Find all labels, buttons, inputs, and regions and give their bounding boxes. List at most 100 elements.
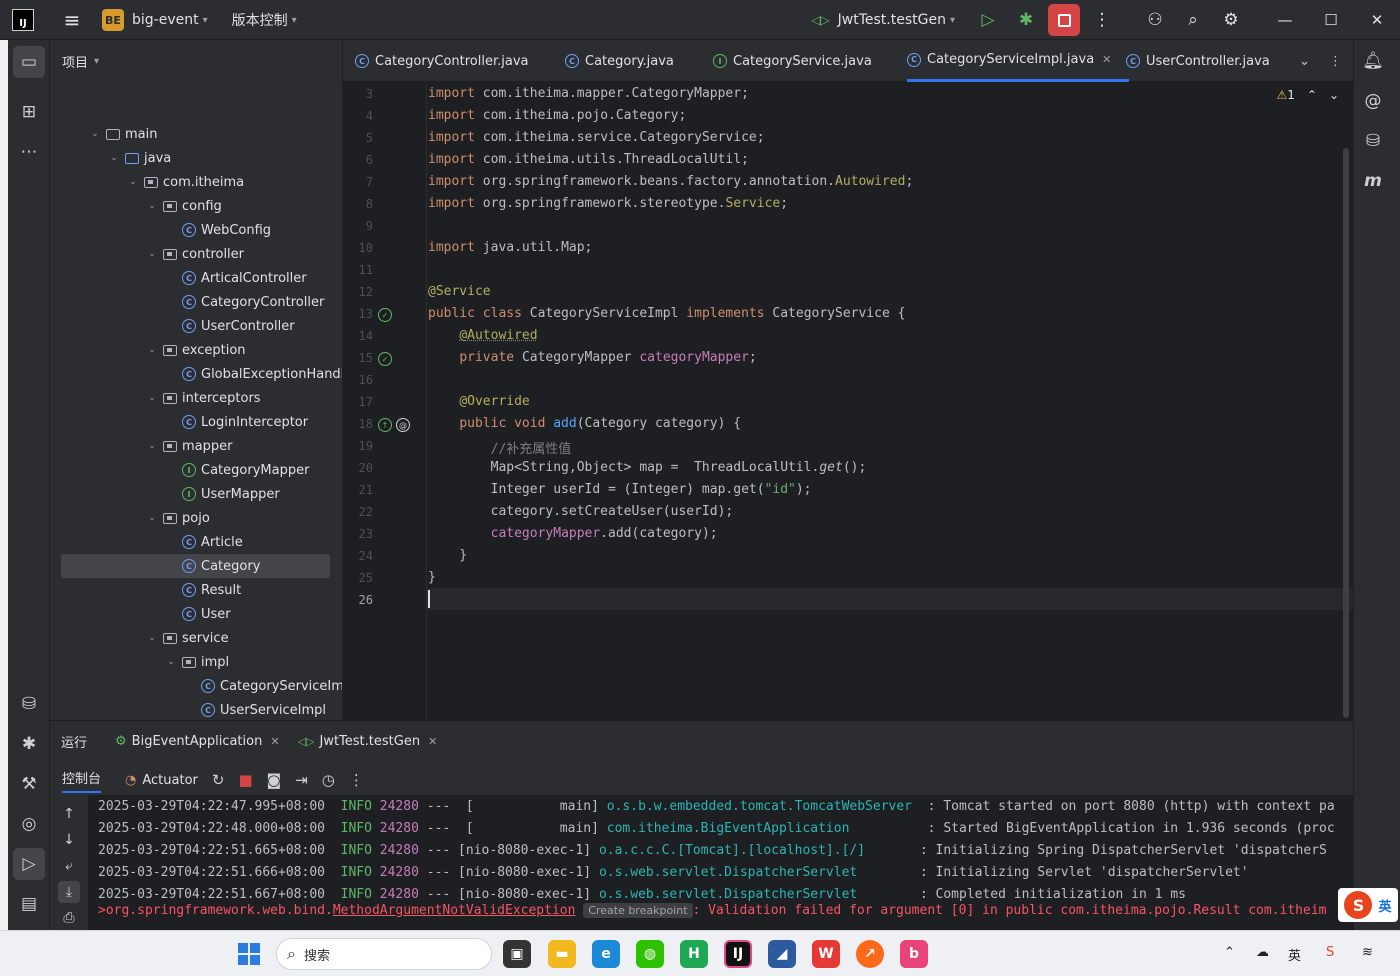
close-icon[interactable]: ✕ [428, 735, 437, 748]
tree-item[interactable]: C Article [50, 530, 243, 554]
tree-item[interactable]: C UserController [50, 314, 295, 338]
ai-assistant-icon[interactable]: @ [1358, 86, 1388, 116]
log-logger[interactable]: com.itheima.BigEventApplication [607, 821, 928, 836]
arrow-up-icon[interactable]: ↑ [58, 803, 80, 825]
run-config-selector[interactable]: ◁▷ JwtTest.testGen ▾ [811, 12, 955, 28]
tabs-dropdown-icon[interactable]: ⌄ [1299, 40, 1310, 82]
close-window-button[interactable]: ✕ [1354, 0, 1400, 40]
project-selector[interactable]: BE big-event ▾ [96, 9, 208, 31]
editor-tab[interactable]: C UserController.java [1126, 40, 1270, 82]
debug-tool-icon[interactable]: ✱ [13, 728, 45, 760]
terminal-icon[interactable]: ▤ [13, 888, 45, 920]
wechat-icon[interactable]: ◍ [636, 940, 664, 968]
vcs-menu[interactable]: 版本控制 ▾ [232, 10, 297, 30]
run-icon[interactable]: ▷ [972, 4, 1004, 36]
more-tools-icon[interactable]: ⋯ [13, 136, 45, 168]
chevron-down-icon[interactable]: ⌄ [88, 129, 102, 139]
network-icon[interactable]: ☁ [1256, 945, 1269, 960]
build-hammer-icon[interactable]: ⚒ [13, 768, 45, 800]
sogou-ime-widget[interactable]: S 英 [1338, 888, 1398, 922]
stop-button[interactable] [1048, 4, 1080, 36]
intellij-taskbar-icon[interactable]: IJ [724, 940, 752, 968]
file-explorer-icon[interactable]: ▬ [548, 940, 576, 968]
tree-item[interactable]: C User [50, 602, 231, 626]
settings-gear-icon[interactable]: ⚙ [1215, 4, 1247, 36]
database-icon[interactable]: ⛁ [13, 688, 45, 720]
database-icon[interactable]: ⛁ [1358, 126, 1388, 156]
edge-browser-icon[interactable]: e [592, 940, 620, 968]
chevron-down-icon[interactable]: ⌄ [145, 393, 159, 403]
editor-tab[interactable]: C Category.java [565, 40, 674, 82]
project-folder-icon[interactable]: ▭ [13, 46, 45, 78]
tree-item[interactable]: I CategoryMapper [50, 458, 309, 482]
notifications-bell-icon[interactable]: 🔔︎ [1358, 46, 1388, 76]
wifi-icon[interactable]: ≋ [1362, 945, 1373, 960]
gauge-icon[interactable]: ◷ [322, 771, 335, 789]
soft-wrap-icon[interactable]: ⤶ [58, 855, 80, 877]
arrow-down-icon[interactable]: ↓ [58, 829, 80, 851]
tree-item[interactable]: C GlobalExceptionHandl [50, 362, 342, 386]
debug-icon[interactable]: ✱ [1010, 4, 1042, 36]
bilibili-icon[interactable]: b [900, 940, 928, 968]
console-tab[interactable]: 控制台 [62, 768, 102, 793]
tree-item[interactable]: ⌄ exception [50, 338, 245, 362]
chevron-down-icon[interactable]: ⌄ [145, 201, 159, 211]
tree-item[interactable]: ⌄ controller [50, 242, 244, 266]
tree-item[interactable]: C LoginInterceptor [50, 410, 308, 434]
chevron-down-icon[interactable]: ⌄ [164, 657, 178, 667]
exit-icon[interactable]: ⇥ [295, 771, 308, 789]
ime-language[interactable]: 英 [1288, 945, 1301, 964]
tree-item[interactable]: C CategoryServiceImp [50, 674, 342, 698]
tree-item[interactable]: ⌄ java [50, 146, 171, 170]
create-breakpoint-button[interactable]: Create breakpoint [583, 903, 693, 918]
tree-item[interactable]: I UserMapper [50, 482, 280, 506]
inspection-widget[interactable]: ⚠1 ⌃ ⌄ [1276, 88, 1339, 102]
maven-icon[interactable]: m [1358, 166, 1388, 196]
tree-item[interactable]: C ArticalController [50, 266, 307, 290]
rerun-icon[interactable]: ↻ [212, 771, 225, 789]
search-icon[interactable]: ⌕ [1177, 4, 1209, 36]
tree-item[interactable]: ⌄ interceptors [50, 386, 260, 410]
editor-tab[interactable]: C CategoryServiceImpl.java ✕ [907, 40, 1130, 82]
browser-icon[interactable]: ↗ [856, 940, 884, 968]
chevron-down-icon[interactable]: ⌄ [145, 249, 159, 259]
camera-icon[interactable]: ◙ [267, 771, 282, 789]
chevron-down-icon[interactable]: ⌄ [145, 345, 159, 355]
print-icon[interactable]: ⎙ [58, 907, 80, 929]
tree-item[interactable]: C WebConfig [50, 218, 271, 242]
minimize-button[interactable]: — [1262, 0, 1308, 40]
editor-tab[interactable]: I CategoryService.java [713, 40, 872, 82]
chevron-down-icon[interactable]: ⌄ [126, 177, 140, 187]
wps-icon[interactable]: W [812, 940, 840, 968]
stop-icon[interactable]: ■ [238, 771, 252, 789]
chevron-down-icon[interactable]: ⌄ [1329, 88, 1339, 102]
log-logger[interactable]: o.s.web.servlet.DispatcherServlet [599, 865, 920, 880]
spring-bean-icon[interactable]: ✓ [378, 352, 392, 366]
run-tab-bigeventapplication[interactable]: ⚙ BigEventApplication ✕ [115, 734, 280, 749]
run-tab-jwttest[interactable]: ◁▷ JwtTest.testGen ✕ [298, 734, 438, 749]
more-actions-icon[interactable]: ⋮ [1086, 4, 1118, 36]
tree-item[interactable]: ⌄ com.itheima [50, 170, 244, 194]
mapping-icon[interactable]: @ [396, 418, 410, 432]
close-icon[interactable]: ✕ [1102, 53, 1111, 66]
scroll-to-end-icon[interactable]: ⤓ [58, 881, 80, 903]
maximize-button[interactable]: ☐ [1308, 0, 1354, 40]
services-icon[interactable]: ◎ [13, 808, 45, 840]
log-logger[interactable]: o.a.c.c.C.[Tomcat].[localhost].[/] [599, 843, 920, 858]
tree-item[interactable]: ⌄ service [50, 626, 228, 650]
chevron-down-icon[interactable]: ⌄ [145, 441, 159, 451]
tree-item[interactable]: ⌄ impl [50, 650, 229, 674]
tree-item[interactable]: C Category [61, 554, 330, 578]
tree-item[interactable]: ⌄ mapper [50, 434, 232, 458]
tabs-more-icon[interactable]: ⋮ [1329, 40, 1342, 82]
exception-link[interactable]: MethodArgumentNotValidException [333, 903, 576, 918]
structure-icon[interactable]: ⊞ [13, 96, 45, 128]
log-logger[interactable]: o.s.web.servlet.DispatcherServlet [599, 887, 920, 902]
close-icon[interactable]: ✕ [270, 735, 279, 748]
windows-start-icon[interactable] [238, 943, 260, 965]
chevron-up-icon[interactable]: ⌃ [1307, 88, 1317, 102]
task-view-icon[interactable]: ▣ [503, 940, 531, 968]
app-icon[interactable]: ◢ [768, 940, 796, 968]
chevron-down-icon[interactable]: ⌄ [145, 513, 159, 523]
code-editor[interactable]: 3 4 5 6 7 8 9 10 11 12 13 ✓ 14 15 ✓ 16 17 18 ↑ @19 20 21 22 23 2… [343, 82, 1353, 720]
